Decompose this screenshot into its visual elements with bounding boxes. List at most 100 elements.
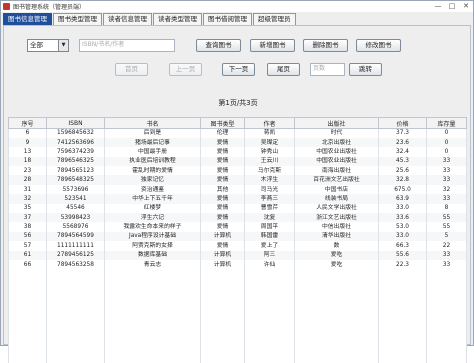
table-cell: 7412563696 [47, 138, 105, 147]
table-cell: 6 [9, 129, 47, 138]
table-row[interactable]: 287896548325独家记忆爱情木浮生百花洲文艺出版社32.833 [9, 175, 467, 184]
delete-book-button[interactable]: 删除图书 [303, 39, 348, 52]
table-cell: 63.9 [379, 194, 427, 203]
empty-cell [9, 269, 47, 278]
table-cell: 28 [9, 175, 47, 184]
table-row[interactable]: 97412563696猪场最后记事爱情吴璨定北京出版社23.60 [9, 138, 467, 147]
empty-cell [245, 335, 295, 344]
table-cell: 清华出版社 [295, 232, 379, 241]
column-header[interactable]: 书名 [105, 118, 201, 129]
column-header[interactable]: ISBN [47, 118, 105, 129]
table-cell: 阿贾克斯的女择 [105, 241, 201, 250]
table-row[interactable]: 667894563258青云志计算机许仙爱吃22.333 [9, 260, 467, 269]
table-row[interactable]: 237894565123霍乱时期的爱情爱情马尔克斯南海出版社25.633 [9, 166, 467, 175]
tab-book-info[interactable]: 图书信息管理 [3, 13, 52, 25]
table-row[interactable]: 385568976我露欢生命本来的样子爱情周国平中信出版社53.055 [9, 222, 467, 231]
empty-cell [105, 326, 201, 335]
table-row[interactable]: 612789456125数据库基础计算机阿三爱吃55.633 [9, 251, 467, 260]
table-row[interactable]: 3753998423浮生六记爱情沈复浙江文艺出版社33.655 [9, 213, 467, 222]
table-cell: 1596845632 [47, 129, 105, 138]
search-input[interactable]: ISBN/书名/作者 [79, 39, 175, 52]
empty-cell [379, 279, 427, 288]
empty-cell [201, 307, 245, 316]
empty-cell [201, 354, 245, 363]
empty-cell [201, 335, 245, 344]
table-cell: 0 [427, 147, 467, 156]
tab-reader-info[interactable]: 读者信息管理 [103, 13, 152, 25]
table-cell: 31 [9, 185, 47, 194]
column-header[interactable]: 作者 [245, 118, 295, 129]
empty-cell [427, 354, 467, 363]
column-header[interactable]: 图书类型 [201, 118, 245, 129]
last-page-button[interactable]: 尾页 [267, 63, 300, 76]
table-row[interactable]: 137596374239中国最手册爱情钟秀山中国农业出版社32.40 [9, 147, 467, 156]
table-cell: 7894565123 [47, 166, 105, 175]
empty-cell [47, 316, 105, 325]
table-cell: 吴璨定 [245, 138, 295, 147]
table-cell: 57 [9, 241, 47, 250]
table-row[interactable]: 32523541中华上下五千年爱情李燕三线装书局63.933 [9, 194, 467, 203]
empty-cell [295, 288, 379, 297]
table-cell: 数据库基础 [105, 251, 201, 260]
empty-cell [105, 316, 201, 325]
empty-row [9, 307, 467, 316]
close-icon[interactable]: ✕ [459, 1, 473, 12]
table-cell: 5568976 [47, 222, 105, 231]
chevron-down-icon[interactable]: ▼ [58, 40, 68, 51]
table-cell: 55.6 [379, 251, 427, 260]
prev-page-button[interactable]: 上一页 [169, 63, 202, 76]
table-cell: 1111111111 [47, 241, 105, 250]
tab-borrow[interactable]: 图书借阅管理 [203, 13, 252, 25]
table-cell: 伦理 [201, 129, 245, 138]
column-header[interactable]: 序号 [9, 118, 47, 129]
empty-cell [245, 354, 295, 363]
empty-cell [47, 288, 105, 297]
table-cell: 中国书店 [295, 185, 379, 194]
column-header[interactable]: 价格 [379, 118, 427, 129]
table-cell: 爱情 [201, 157, 245, 166]
minimize-icon[interactable]: — [431, 1, 445, 12]
table-cell: 7896548325 [47, 175, 105, 184]
window-controls: — □ ✕ [431, 1, 473, 12]
column-header[interactable]: 出版社 [295, 118, 379, 129]
page-number-input[interactable]: 页数 [310, 63, 345, 76]
filter-select[interactable]: 全部 ▼ [27, 39, 69, 52]
table-row[interactable]: 61596845632后到是伦理蒋凯时代37.30 [9, 129, 467, 138]
empty-cell [379, 326, 427, 335]
first-page-button[interactable]: 首页 [115, 63, 148, 76]
empty-cell [47, 298, 105, 307]
table-cell: 时代 [295, 129, 379, 138]
modify-book-button[interactable]: 修改图书 [356, 39, 401, 52]
table-row[interactable]: 315573696资治通鉴其他司马光中国书店675.032 [9, 185, 467, 194]
table-row[interactable]: 187896546325执业医后培训教程爱情王云川中国农业出版社45.333 [9, 157, 467, 166]
empty-cell [427, 307, 467, 316]
empty-cell [9, 354, 47, 363]
empty-row [9, 269, 467, 278]
query-book-button[interactable]: 查询图书 [196, 39, 241, 52]
tab-book-type[interactable]: 图书类型管理 [53, 13, 102, 25]
next-page-button[interactable]: 下一页 [222, 63, 255, 76]
book-table: 序号 ISBN 书名 图书类型 作者 出版社 价格 库存量 6159684563… [8, 117, 467, 363]
main-tabs: 图书信息管理 图书类型管理 读者信息管理 读者类型管理 图书借阅管理 超级管理员 [3, 13, 297, 25]
tab-super-admin[interactable]: 超级管理员 [253, 13, 296, 25]
table-row[interactable]: 3545546红楼梦爱情曹雪芹人民文学出版社33.08 [9, 204, 467, 213]
table-row[interactable]: 567894564599Java程序设计基础计算机韩国雷清华出版社33.05 [9, 232, 467, 241]
add-book-button[interactable]: 新增图书 [250, 39, 295, 52]
table-cell: 45.3 [379, 157, 427, 166]
empty-cell [201, 288, 245, 297]
maximize-icon[interactable]: □ [445, 1, 459, 12]
empty-cell [105, 307, 201, 316]
empty-cell [295, 307, 379, 316]
page-info: 第1页/共3页 [4, 98, 472, 108]
empty-cell [427, 326, 467, 335]
tab-reader-type[interactable]: 读者类型管理 [153, 13, 202, 25]
table-row[interactable]: 571111111111阿贾克斯的女择爱情爱上了数66.322 [9, 241, 467, 250]
empty-cell [201, 298, 245, 307]
table-cell: 9 [9, 138, 47, 147]
table-cell: 7896546325 [47, 157, 105, 166]
empty-cell [47, 279, 105, 288]
column-header[interactable]: 库存量 [427, 118, 467, 129]
jump-button[interactable]: 跳转 [349, 63, 382, 76]
table-cell: 25.6 [379, 166, 427, 175]
table-cell: 爱情 [201, 166, 245, 175]
